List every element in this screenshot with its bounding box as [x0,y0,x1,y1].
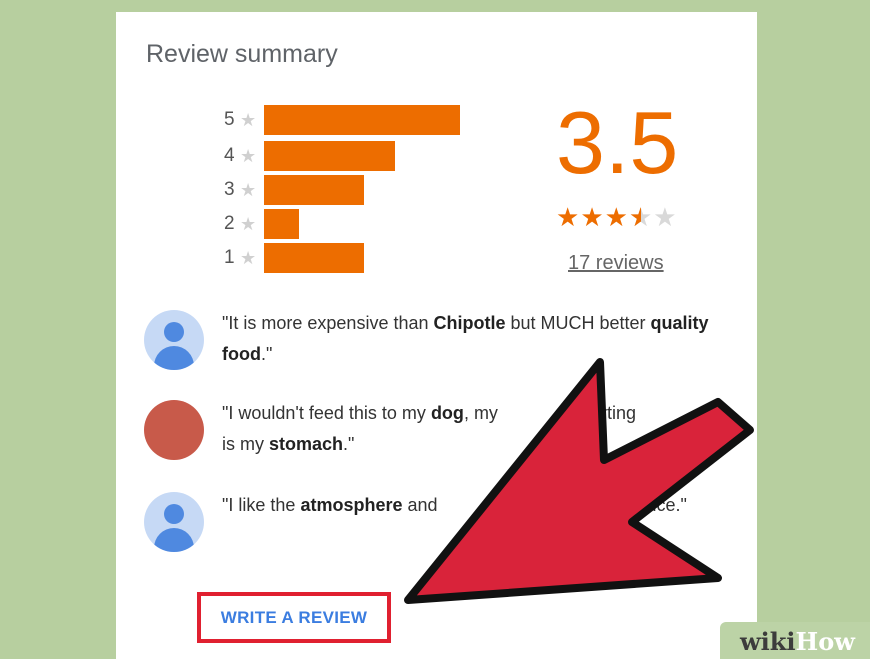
wikihow-logo: wikiHow [740,627,855,656]
pointer-arrow-icon [404,358,754,604]
